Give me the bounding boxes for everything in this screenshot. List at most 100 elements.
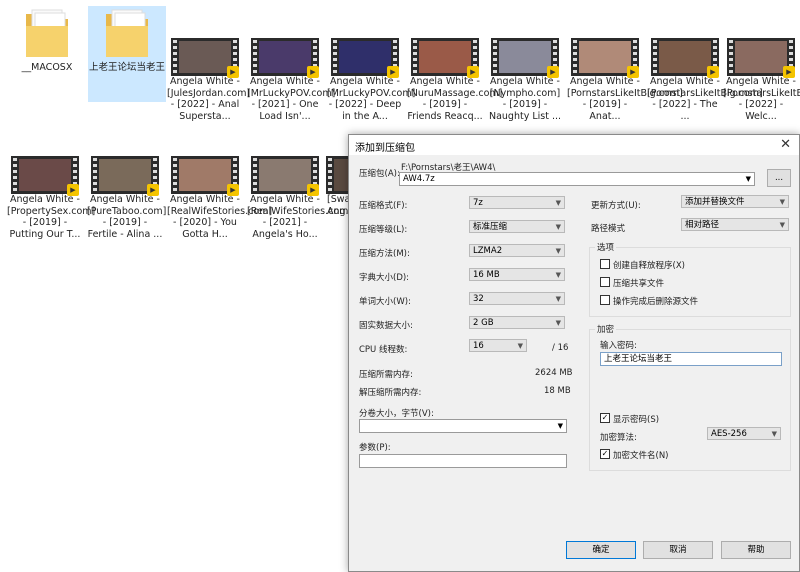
chevron-down-icon: ▼ — [555, 319, 561, 327]
dict-select[interactable]: 16 MB ▼ — [469, 268, 565, 281]
encrypt-names-label: 加密文件名(N) — [613, 451, 669, 461]
help-button[interactable]: 帮助 — [721, 541, 791, 559]
chevron-down-icon: ▼ — [745, 175, 751, 183]
player-badge-icon: ▶ — [227, 66, 239, 78]
chevron-down-icon: ▼ — [555, 271, 561, 279]
update-label: 更新方式(U): — [591, 201, 641, 211]
player-badge-icon: ▶ — [387, 66, 399, 78]
file-caption: Angela White - [PureTaboo.com] - [2019] … — [87, 194, 167, 240]
player-badge-icon: ▶ — [147, 184, 159, 196]
video-tile[interactable]: ▶ Angela White - [PropertySex.com] - [20… — [6, 156, 96, 240]
chevron-down-icon: ▼ — [779, 221, 785, 229]
sfx-checkbox[interactable] — [600, 259, 610, 269]
params-input[interactable] — [359, 454, 567, 468]
password-input[interactable]: 上老王论坛当老王 — [600, 352, 782, 366]
file-caption: Angela White - [Nympho.com] - [2019] - N… — [488, 76, 562, 122]
method-label: 压缩方法(M): — [359, 249, 410, 259]
video-thumbnail — [326, 156, 348, 194]
player-badge-icon: ▶ — [547, 66, 559, 78]
password-label: 输入密码: — [600, 341, 637, 351]
cpu-max: / 16 — [552, 343, 569, 353]
video-tile[interactable]: ▶ Angela White - [MrLuckyPOV.com] - [202… — [326, 38, 416, 122]
split-label: 分卷大小，字节(V): — [359, 409, 434, 419]
level-label: 压缩等级(L): — [359, 225, 408, 235]
player-badge-icon: ▶ — [227, 184, 239, 196]
file-caption: Angela White - [MrLuckyPOV.com] - [2021]… — [247, 76, 336, 122]
folder-tile[interactable]: __MACOSX — [8, 6, 86, 96]
file-caption: [Swa... Ang... — [327, 194, 348, 217]
player-badge-icon: ▶ — [783, 66, 795, 78]
solid-select[interactable]: 2 GB ▼ — [469, 316, 565, 329]
video-tile[interactable]: ▶ Angela White - [PornstarsLikeItBig.com… — [566, 38, 683, 122]
mem-decomp-label: 解压缩所需内存: — [359, 388, 422, 398]
folder-icon — [102, 6, 152, 62]
player-badge-icon: ▶ — [67, 184, 79, 196]
video-tile[interactable]: ▶ Angela White - [MrLuckyPOV.com] - [202… — [246, 38, 336, 122]
chevron-down-icon: ▼ — [555, 295, 561, 303]
enc-method-label: 加密算法: — [600, 433, 637, 443]
file-caption: Angela White - [RealWifeStories.com] - [… — [247, 194, 353, 240]
file-caption: Angela White - [PornstarsLikeItBig.com] … — [647, 76, 763, 122]
player-badge-icon: ▶ — [467, 66, 479, 78]
mem-decomp-value: 18 MB — [544, 386, 571, 396]
video-tile[interactable]: ▶ Angela White - [RealWifeStories.com] -… — [166, 156, 272, 240]
solid-label: 固实数据大小: — [359, 321, 413, 331]
close-icon[interactable]: ✕ — [780, 137, 791, 152]
chevron-down-icon: ▼ — [557, 422, 563, 430]
enc-method-select[interactable]: AES-256 ▼ — [707, 427, 781, 440]
video-tile[interactable]: ▶ Angela White - [RealWifeStories.com] -… — [246, 156, 353, 240]
shared-checkbox[interactable] — [600, 277, 610, 287]
chevron-down-icon: ▼ — [555, 223, 561, 231]
chevron-down-icon: ▼ — [555, 199, 561, 207]
word-select[interactable]: 32 ▼ — [469, 292, 565, 305]
method-select[interactable]: LZMA2 ▼ — [469, 244, 565, 257]
archive-name-input[interactable]: AW4.7z ▼ — [399, 172, 755, 186]
level-select[interactable]: 标准压缩 ▼ — [469, 220, 565, 233]
chevron-down-icon: ▼ — [771, 430, 777, 438]
video-tile[interactable]: ▶ Angela White - [PureTaboo.com] - [2019… — [86, 156, 167, 240]
path-select[interactable]: 相对路径 ▼ — [681, 218, 789, 231]
ok-button[interactable]: 确定 — [566, 541, 636, 559]
split-size-input[interactable]: ▼ — [359, 419, 567, 433]
video-tile[interactable]: ▶ Angela White - [Nympho.com] - [2019] -… — [486, 38, 564, 122]
update-select[interactable]: 添加并替换文件 ▼ — [681, 195, 789, 208]
delete-label: 操作完成后删除源文件 — [613, 297, 699, 307]
format-select[interactable]: 7z ▼ — [469, 196, 565, 209]
video-tile[interactable]: ▶ Angela White - [NuruMassage.com] - [20… — [406, 38, 502, 122]
dict-label: 字典大小(D): — [359, 273, 410, 283]
cancel-button[interactable]: 取消 — [643, 541, 713, 559]
mem-comp-value: 2624 MB — [535, 368, 573, 378]
video-tile[interactable]: ▶ Angela White - [JulesJordan.com] - [20… — [166, 38, 250, 122]
player-badge-icon: ▶ — [307, 184, 319, 196]
mem-comp-label: 压缩所需内存: — [359, 370, 413, 380]
file-caption: Angela White - [PornstarsLikeItBig.com] … — [723, 76, 800, 122]
cpu-label: CPU 线程数: — [359, 345, 408, 355]
folder-tile-selected[interactable]: 上老王论坛当老王 — [88, 6, 166, 102]
path-label: 路径模式 — [591, 224, 626, 234]
player-badge-icon: ▶ — [707, 66, 719, 78]
params-label: 参数(P): — [359, 443, 391, 453]
file-caption: Angela White - [PornstarsLikeItBig.com] … — [567, 76, 683, 122]
encryption-title: 加密 — [595, 323, 617, 335]
cpu-select[interactable]: 16 ▼ — [469, 339, 527, 352]
sfx-label: 创建自释放程序(X) — [613, 261, 685, 271]
show-password-label: 显示密码(S) — [613, 415, 660, 425]
format-label: 压缩格式(F): — [359, 201, 408, 211]
file-caption: Angela White - [MrLuckyPOV.com] - [2022]… — [327, 76, 416, 122]
player-badge-icon: ▶ — [307, 66, 319, 78]
video-tile[interactable]: ▶ Angela White - [PornstarsLikeItBig.com… — [646, 38, 763, 122]
video-tile[interactable]: [Swa... Ang... — [326, 156, 348, 217]
add-to-archive-dialog: 添加到压缩包 ✕ 压缩包(A): F:\Pornstars\老王\AW4\ AW… — [348, 134, 800, 572]
chevron-down-icon: ▼ — [517, 342, 523, 350]
dialog-titlebar: 添加到压缩包 ✕ — [349, 135, 799, 155]
shared-label: 压缩共享文件 — [613, 279, 665, 289]
file-caption: Angela White - [PropertySex.com] - [2019… — [7, 194, 96, 240]
file-caption: 上老王论坛当老王 — [89, 62, 166, 73]
browse-button[interactable]: ... — [767, 169, 791, 187]
video-tile[interactable]: ▶ Angela White - [PornstarsLikeItBig.com… — [722, 38, 800, 122]
options-title: 选项 — [595, 241, 617, 253]
show-password-checkbox[interactable]: ✓ — [600, 413, 610, 423]
delete-checkbox[interactable] — [600, 295, 610, 305]
encrypt-names-checkbox[interactable]: ✓ — [600, 449, 610, 459]
chevron-down-icon: ▼ — [555, 247, 561, 255]
